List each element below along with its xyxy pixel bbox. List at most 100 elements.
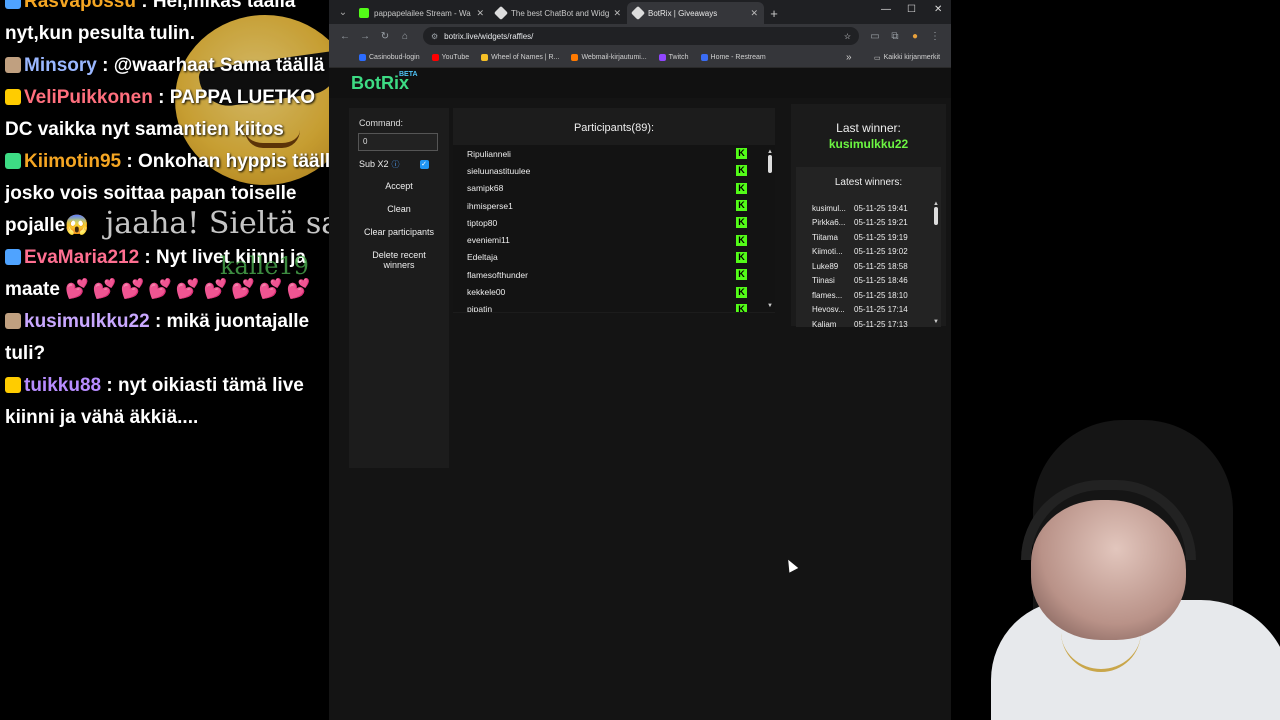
participant-row[interactable]: samipk68 K: [453, 180, 775, 197]
kick-platform-icon: K: [736, 182, 747, 194]
command-input[interactable]: [358, 132, 438, 151]
chat-username[interactable]: Minsory: [24, 55, 97, 76]
more-bookmarks-icon[interactable]: »: [846, 52, 852, 63]
home-icon[interactable]: ⌂: [395, 31, 415, 42]
winner-row: Luke89 05-11-25 18:58: [796, 259, 941, 274]
participant-row[interactable]: Edeltaja K: [453, 249, 775, 266]
tab-search-icon[interactable]: ⌄: [333, 2, 353, 22]
scroll-up-icon[interactable]: ▲: [767, 149, 773, 155]
participant-row[interactable]: kekkele00 K: [453, 283, 775, 300]
chat-username[interactable]: kusimulkku22: [24, 311, 150, 332]
maximize-icon[interactable]: ☐: [907, 4, 916, 15]
profile-avatar-icon[interactable]: ●: [905, 31, 925, 42]
scroll-up-icon[interactable]: ▲: [933, 201, 939, 207]
extensions-icon[interactable]: ⧉: [885, 31, 905, 42]
bookmark-item[interactable]: YouTube: [431, 54, 470, 61]
minimize-icon[interactable]: —: [881, 4, 891, 15]
cast-icon[interactable]: ▭: [865, 31, 885, 42]
address-bar: ← → ↻ ⌂ ⚙ botrix.live/widgets/raffles/ ☆…: [329, 24, 951, 48]
sub-x2-checkbox[interactable]: ✓: [419, 159, 429, 169]
scroll-thumb[interactable]: [768, 155, 772, 173]
participant-row[interactable]: ihmisperse1 K: [453, 197, 775, 214]
new-tab-icon[interactable]: +: [764, 2, 784, 24]
participant-name: samipk68: [467, 183, 504, 194]
menu-icon[interactable]: ⋮: [925, 31, 945, 42]
winner-name: kusimul...: [812, 203, 846, 213]
participants-title: Participants(89):: [573, 122, 655, 134]
close-tab-icon[interactable]: ✕: [750, 8, 758, 19]
accept-button[interactable]: Accept: [359, 179, 439, 193]
chat-badge-icon: [5, 57, 21, 73]
bookmark-item[interactable]: Home - Restream: [700, 54, 766, 61]
tts-alert-user: kalle19: [220, 252, 309, 280]
chat-username[interactable]: Rasvapossu: [24, 0, 136, 12]
winner-name: Kaliam: [812, 319, 837, 329]
scroll-down-icon[interactable]: ▼: [767, 303, 773, 309]
url-field[interactable]: ⚙ botrix.live/widgets/raffles/ ☆: [423, 27, 859, 45]
forward-icon[interactable]: →: [355, 31, 375, 42]
bookmark-item[interactable]: Twitch: [658, 54, 689, 61]
tab-chatbot[interactable]: The best ChatBot and Widgets ✕: [490, 2, 627, 24]
bookmarks-bar: Casinobud-login YouTube Wheel of Names | R…: [329, 48, 951, 68]
clear-participants-button[interactable]: Clear participants: [359, 225, 439, 239]
chat-username[interactable]: VeliPuikkonen: [24, 87, 153, 108]
bookmark-label: YouTube: [441, 54, 470, 61]
bookmark-item[interactable]: Webmail-kirjautumi...: [571, 54, 647, 61]
tab-title: The best ChatBot and Widgets: [511, 8, 610, 18]
kick-platform-icon: K: [736, 200, 747, 212]
info-icon[interactable]: ⓘ: [392, 159, 400, 170]
bookmark-item[interactable]: Wheel of Names | R...: [481, 54, 559, 61]
tts-alert-text: jaaha! Sieltä saapui.....: [105, 206, 350, 241]
bookmark-favicon-icon: [431, 54, 439, 61]
bookmark-favicon-icon: [359, 54, 366, 61]
scroll-down-icon[interactable]: ▼: [933, 319, 939, 325]
chat-username[interactable]: tuikku88: [24, 375, 101, 396]
chat-message: Minsory : @waarhaat Sama täällä: [0, 50, 350, 82]
bookmark-label: Casinobud-login: [369, 54, 420, 61]
delete-recent-winners-button[interactable]: Delete recent winners: [359, 248, 439, 272]
bookmark-star-icon[interactable]: ☆: [844, 32, 851, 41]
participant-name: tiptop80: [467, 217, 498, 228]
participant-row[interactable]: Ripulianneli K: [453, 145, 775, 162]
scroll-thumb[interactable]: [934, 207, 938, 225]
stream-screen: Rasvapossu : Hei,mikäs täällä nyt,kun pe…: [0, 0, 1280, 720]
participant-row[interactable]: tiptop80 K: [453, 214, 775, 231]
chat-badge-icon: [5, 377, 21, 393]
chat-badge-icon: [5, 0, 21, 9]
hearts-emote: 💕💕💕💕💕💕💕💕💕: [65, 279, 315, 300]
all-bookmarks-folder[interactable]: ▭ Kaikki kirjanmerkit: [874, 54, 940, 62]
participants-scrollbar[interactable]: ▲ ▼: [767, 149, 773, 309]
botrix-logo[interactable]: BotRix BETA: [351, 71, 418, 94]
participant-row[interactable]: sieluunastituulee K: [453, 162, 775, 179]
chat-username[interactable]: Kiimotin95: [24, 151, 121, 172]
clean-button[interactable]: Clean: [359, 202, 439, 216]
participant-row[interactable]: eveniemi11 K: [453, 231, 775, 248]
winner-row: Kiimoti... 05-11-25 19:02: [796, 245, 941, 260]
chat-badge-icon: [5, 153, 21, 169]
chat-username[interactable]: EvaMaria212: [24, 247, 139, 268]
winner-date: 05-11-25 19:19: [854, 232, 908, 242]
winner-date: 05-11-25 19:41: [854, 203, 908, 213]
bookmark-item[interactable]: Casinobud-login: [359, 54, 420, 61]
close-window-icon[interactable]: ✕: [934, 4, 942, 15]
bookmark-label: Wheel of Names | R...: [491, 54, 560, 61]
sub-x2-option: Sub X2 ⓘ ✓: [359, 159, 449, 170]
sub-x2-label: Sub X2: [359, 159, 389, 169]
tab-stream[interactable]: pappapelailee Stream - Wa ✕: [353, 2, 490, 24]
last-winner-name: kusimulkku22: [828, 137, 909, 151]
participant-row[interactable]: pipatin K: [453, 301, 775, 312]
close-tab-icon[interactable]: ✕: [476, 8, 484, 19]
bookmark-label: Webmail-kirjautumi...: [581, 54, 647, 61]
winner-row: kusimul... 05-11-25 19:41: [796, 201, 941, 216]
close-tab-icon[interactable]: ✕: [613, 8, 621, 19]
bookmark-favicon-icon: [571, 54, 579, 61]
tab-giveaways[interactable]: BotRix | Giveaways ✕: [627, 2, 764, 24]
participant-row[interactable]: flamesofthunder K: [453, 266, 775, 283]
bookmark-label: Home - Restream: [710, 54, 766, 61]
reload-icon[interactable]: ↻: [375, 31, 395, 42]
command-label: Command:: [359, 118, 404, 128]
back-icon[interactable]: ←: [335, 31, 355, 42]
winners-scrollbar[interactable]: ▲ ▼: [933, 201, 939, 325]
site-info-icon[interactable]: ⚙: [431, 32, 438, 41]
participants-list[interactable]: Ripulianneli Ksieluunastituulee K samipk68 K…: [453, 145, 775, 312]
